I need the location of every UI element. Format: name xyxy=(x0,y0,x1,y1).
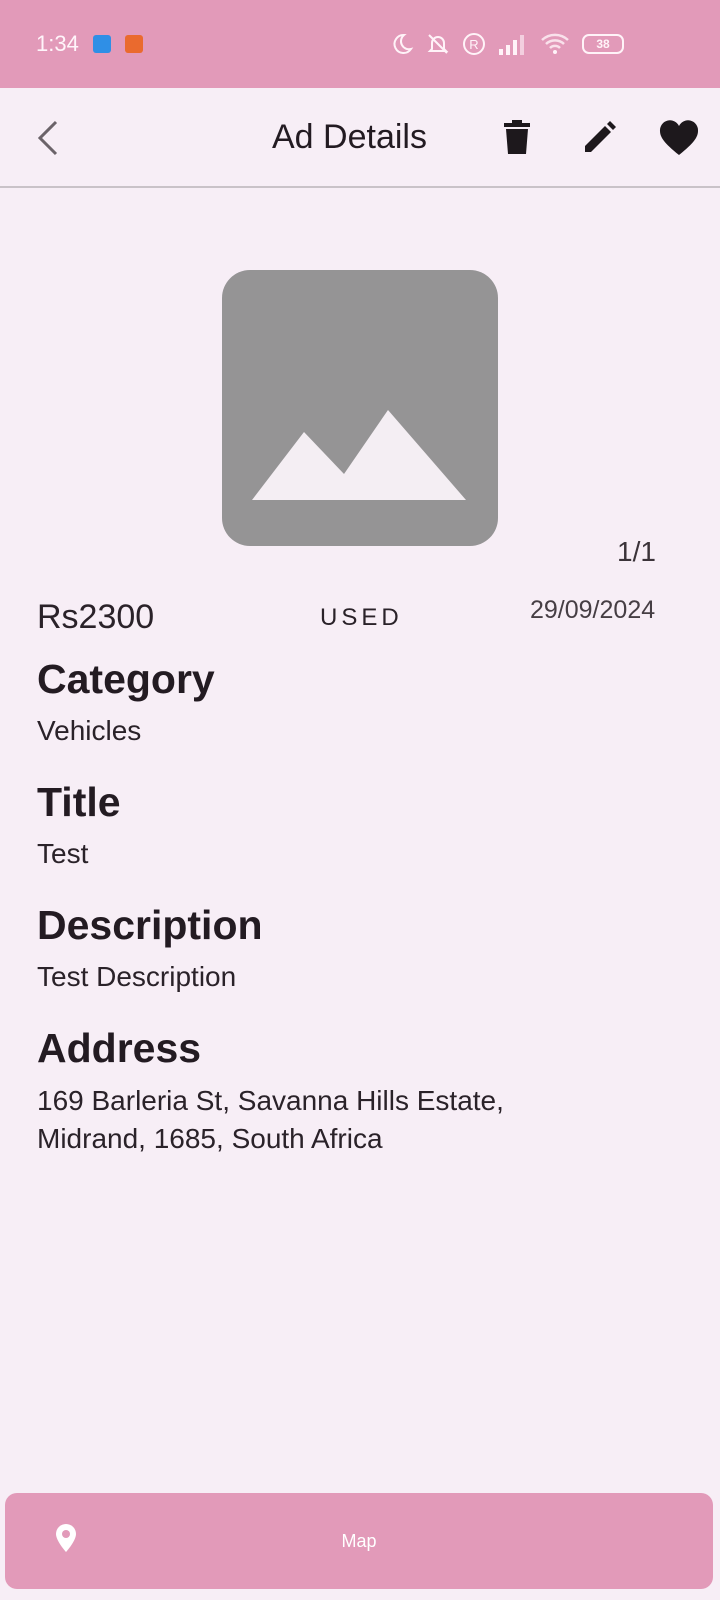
favorite-heart-icon xyxy=(659,120,699,155)
wifi-icon xyxy=(541,33,569,54)
page-title: Ad Details xyxy=(272,118,427,156)
location-pin-icon xyxy=(56,1524,76,1552)
ad-date: 29/09/2024 xyxy=(530,596,656,624)
address-label: Address xyxy=(37,1025,202,1071)
messenger-notification-icon xyxy=(92,35,111,53)
image-counter: 1/1 xyxy=(617,536,656,567)
delete-button[interactable] xyxy=(493,114,541,162)
map-button[interactable]: Map xyxy=(5,1493,713,1589)
status-bar: 1:34 R 38 xyxy=(0,0,720,88)
favorite-button[interactable] xyxy=(655,114,703,162)
muted-bell-icon xyxy=(427,34,449,54)
video-notification-icon xyxy=(124,35,143,53)
description-label: Description xyxy=(37,902,263,948)
delete-icon xyxy=(504,120,530,154)
map-button-label: Map xyxy=(341,1530,377,1551)
category-label: Category xyxy=(37,656,215,702)
back-button[interactable] xyxy=(24,114,72,162)
category-value: Vehicles xyxy=(37,715,142,746)
edit-icon xyxy=(585,121,616,152)
ad-condition: USED xyxy=(320,604,403,631)
ad-price: Rs2300 xyxy=(37,598,155,636)
registered-icon: R xyxy=(463,33,485,55)
title-value: Test xyxy=(37,838,89,869)
edit-button[interactable] xyxy=(575,114,623,162)
ad-image[interactable] xyxy=(222,270,498,546)
address-value: 169 Barleria St, Savanna Hills Estate, M… xyxy=(37,1085,504,1154)
image-placeholder-icon xyxy=(252,410,466,500)
back-chevron-icon xyxy=(37,120,58,156)
signal-icon xyxy=(499,35,524,55)
app-bar: Ad Details xyxy=(0,88,720,188)
battery-indicator: 38 xyxy=(582,34,624,54)
status-time: 1:34 xyxy=(36,31,79,56)
status-icons: R 38 xyxy=(390,32,624,56)
description-value: Test Description xyxy=(37,961,237,992)
do-not-disturb-moon-icon xyxy=(393,33,414,54)
title-label: Title xyxy=(37,779,121,825)
svg-text:R: R xyxy=(469,37,478,52)
